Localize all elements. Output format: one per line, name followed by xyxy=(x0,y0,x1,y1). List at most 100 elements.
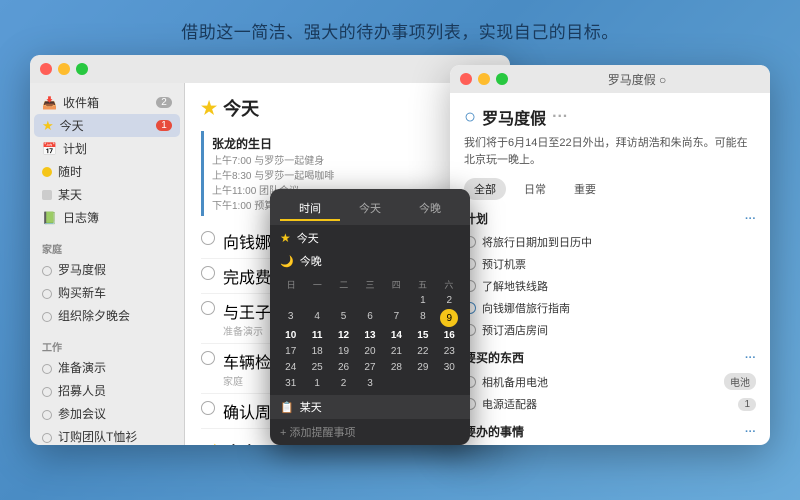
cal-day[interactable]: 15 xyxy=(410,328,435,343)
tab-all[interactable]: 全部 xyxy=(464,178,506,200)
cal-day[interactable] xyxy=(304,293,329,308)
sidebar-item-journal[interactable]: 📗 日志簿 xyxy=(30,206,184,229)
cal-someday-row[interactable]: 📋 某天 xyxy=(270,395,470,419)
detail-minimize-button[interactable] xyxy=(478,73,490,85)
buy-task-2[interactable]: 电源适配器 1 xyxy=(464,393,756,415)
task-checkbox[interactable] xyxy=(201,266,215,280)
cal-day[interactable]: 23 xyxy=(437,344,462,359)
task-checkbox[interactable] xyxy=(201,301,215,315)
sidebar-item-roman-holiday[interactable]: 罗马度假 xyxy=(30,258,184,281)
cal-day[interactable]: 2 xyxy=(437,293,462,308)
cal-day[interactable]: 22 xyxy=(410,344,435,359)
cal-day[interactable]: 24 xyxy=(278,360,303,375)
plan-more[interactable]: ··· xyxy=(745,213,756,225)
cal-day[interactable]: 29 xyxy=(410,360,435,375)
cal-day[interactable]: 13 xyxy=(357,328,382,343)
cal-day[interactable]: 31 xyxy=(278,376,303,391)
day-label-sun: 日 xyxy=(278,278,304,291)
detail-description: 我们将于6月14日至22日外出，拜访胡浩和朱尚东。可能在北京玩一晚上。 xyxy=(464,135,756,168)
cal-day[interactable]: 26 xyxy=(331,360,356,375)
buy-section-header: 要买的东西 ··· xyxy=(464,349,756,366)
buy-more[interactable]: ··· xyxy=(745,352,756,364)
today-icon: ★ xyxy=(42,118,54,134)
plan-task-2[interactable]: 预订机票 xyxy=(464,253,756,275)
plan-task-1[interactable]: 将旅行日期加到日历中 xyxy=(464,231,756,253)
sidebar-home-section: 家庭 罗马度假 购买新车 组织除夕晚会 xyxy=(30,237,184,327)
sidebar-item-tshirt[interactable]: 订购团队T恤衫 xyxy=(30,425,184,445)
cal-tonight-label: 今晚 xyxy=(300,253,322,269)
cal-day[interactable]: 1 xyxy=(410,293,435,308)
cal-day[interactable]: 8 xyxy=(410,309,435,327)
cal-day[interactable]: 19 xyxy=(331,344,356,359)
tab-daily[interactable]: 日常 xyxy=(514,178,556,200)
cal-day[interactable]: 21 xyxy=(384,344,409,359)
cal-day[interactable]: 3 xyxy=(278,309,303,327)
todo-more[interactable]: ··· xyxy=(745,426,756,438)
cal-day[interactable]: 4 xyxy=(304,309,329,327)
task-checkbox[interactable] xyxy=(201,231,215,245)
cal-tonight-row[interactable]: 🌙 今晚 xyxy=(270,251,470,274)
cal-day[interactable]: 16 xyxy=(437,328,462,343)
cal-day[interactable] xyxy=(331,293,356,308)
cal-day[interactable]: 10 xyxy=(278,328,303,343)
home-item-3: 组织除夕晚会 xyxy=(58,307,130,324)
sidebar-item-someday[interactable]: 某天 xyxy=(30,183,184,206)
sidebar-item-inbox[interactable]: 📥 收件箱 2 xyxy=(30,91,184,114)
close-button[interactable] xyxy=(40,63,52,75)
cal-day[interactable]: 20 xyxy=(357,344,382,359)
cal-day[interactable]: 27 xyxy=(357,360,382,375)
cal-day[interactable] xyxy=(357,293,382,308)
cal-tab-today[interactable]: 今天 xyxy=(340,197,400,221)
plan-task-3[interactable]: 了解地铁线路 xyxy=(464,275,756,297)
cal-day[interactable]: 28 xyxy=(384,360,409,375)
cal-day[interactable] xyxy=(278,293,303,308)
event-time-1: 上午7:00 与罗莎一起健身 xyxy=(212,152,486,167)
plan-task-text-5: 预订酒店房间 xyxy=(482,322,548,338)
cal-someday-icon: 📋 xyxy=(280,401,294,414)
item-circle xyxy=(42,312,52,322)
cal-day[interactable]: 5 xyxy=(331,309,356,327)
cal-day[interactable]: 1 xyxy=(304,376,329,391)
item-circle xyxy=(42,410,52,420)
buy-task-1[interactable]: 相机备用电池 电池 xyxy=(464,370,756,393)
cal-day[interactable] xyxy=(384,376,409,391)
plan-task-4[interactable]: 向钱娜借旅行指南 xyxy=(464,297,756,319)
cal-day[interactable] xyxy=(410,376,435,391)
maximize-button[interactable] xyxy=(76,63,88,75)
sidebar-item-presentation[interactable]: 准备演示 xyxy=(30,356,184,379)
task-checkbox[interactable] xyxy=(201,401,215,415)
sidebar-item-recruit[interactable]: 招募人员 xyxy=(30,379,184,402)
cal-day[interactable] xyxy=(384,293,409,308)
cal-day[interactable]: 6 xyxy=(357,309,382,327)
sidebar-item-plan[interactable]: 📅 计划 xyxy=(30,137,184,160)
sidebar-item-today[interactable]: ★ 今天 1 xyxy=(34,114,180,137)
detail-close-button[interactable] xyxy=(460,73,472,85)
cal-day[interactable]: 3 xyxy=(357,376,382,391)
cal-day[interactable]: 17 xyxy=(278,344,303,359)
cal-day[interactable]: 14 xyxy=(384,328,409,343)
sidebar-item-buy-car[interactable]: 购买新车 xyxy=(30,281,184,304)
cal-day[interactable]: 30 xyxy=(437,360,462,375)
sidebar-item-meeting[interactable]: 参加会议 xyxy=(30,402,184,425)
sidebar-item-random[interactable]: 随时 xyxy=(30,160,184,183)
day-label-thu: 四 xyxy=(383,278,409,291)
cal-day[interactable] xyxy=(437,376,462,391)
cal-day[interactable]: 2 xyxy=(331,376,356,391)
cal-day-today[interactable]: 9 xyxy=(440,309,458,327)
cal-day[interactable]: 12 xyxy=(331,328,356,343)
cal-day[interactable]: 25 xyxy=(304,360,329,375)
plan-task-5[interactable]: 预订酒店房间 xyxy=(464,319,756,341)
cal-tab-time[interactable]: 时间 xyxy=(280,197,340,221)
task-checkbox[interactable] xyxy=(201,351,215,365)
detail-maximize-button[interactable] xyxy=(496,73,508,85)
cal-day[interactable]: 11 xyxy=(304,328,329,343)
cal-tab-tonight[interactable]: 今晚 xyxy=(400,197,460,221)
cal-today-row[interactable]: ★ 今天 xyxy=(270,225,470,251)
cal-add-row[interactable]: + 添加提醒事项 xyxy=(270,419,470,445)
sidebar-item-party[interactable]: 组织除夕晚会 xyxy=(30,304,184,327)
tab-important[interactable]: 重要 xyxy=(564,178,606,200)
cal-day[interactable]: 18 xyxy=(304,344,329,359)
cal-day[interactable]: 7 xyxy=(384,309,409,327)
minimize-button[interactable] xyxy=(58,63,70,75)
todo-task-1[interactable]: 上烹饪课 xyxy=(464,444,756,445)
